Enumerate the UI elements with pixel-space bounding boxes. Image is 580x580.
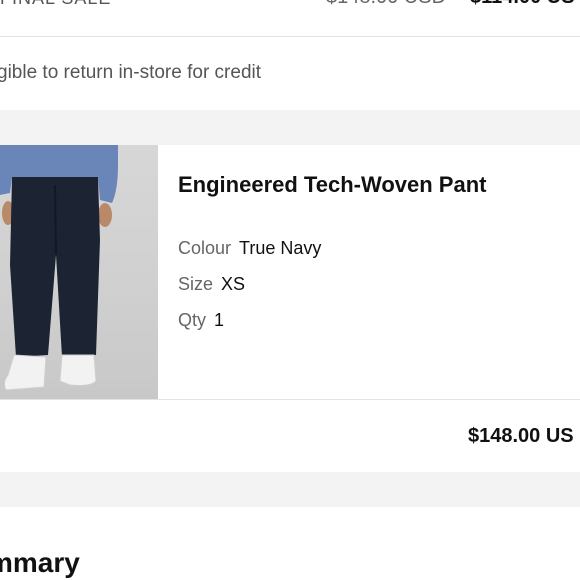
colour-label: Colour	[178, 238, 232, 258]
line-item-price: $148.00 US	[468, 425, 574, 447]
price-row: FINAL SALE $148.00 USD $114.00 US	[0, 0, 580, 37]
item-divider	[0, 399, 580, 400]
product-photo-illustration	[0, 145, 118, 391]
order-summary-heading: mmary	[0, 547, 80, 578]
product-image[interactable]	[0, 145, 158, 399]
sale-price: $114.00 US	[470, 0, 575, 9]
colour-value: True Navy	[239, 238, 322, 258]
colour-attribute: Colour True Navy	[178, 238, 321, 259]
return-policy-note: gible to return in-store for credit	[0, 62, 262, 83]
size-label: Size	[178, 274, 214, 294]
product-name[interactable]: Engineered Tech-Woven Pant	[178, 172, 486, 198]
final-sale-badge: FINAL SALE	[0, 0, 111, 9]
order-summary-card: mmary	[0, 507, 580, 580]
final-sale-item-card: FINAL SALE $148.00 USD $114.00 US gible …	[0, 0, 580, 110]
size-value: XS	[221, 274, 246, 294]
qty-label: Qty	[178, 310, 207, 330]
cart-item-card: Engineered Tech-Woven Pant Colour True Na…	[0, 145, 580, 472]
qty-value: 1	[214, 310, 225, 330]
size-attribute: Size XS	[178, 274, 245, 295]
original-price: $148.00 USD	[326, 0, 446, 9]
qty-attribute: Qty 1	[178, 310, 224, 331]
